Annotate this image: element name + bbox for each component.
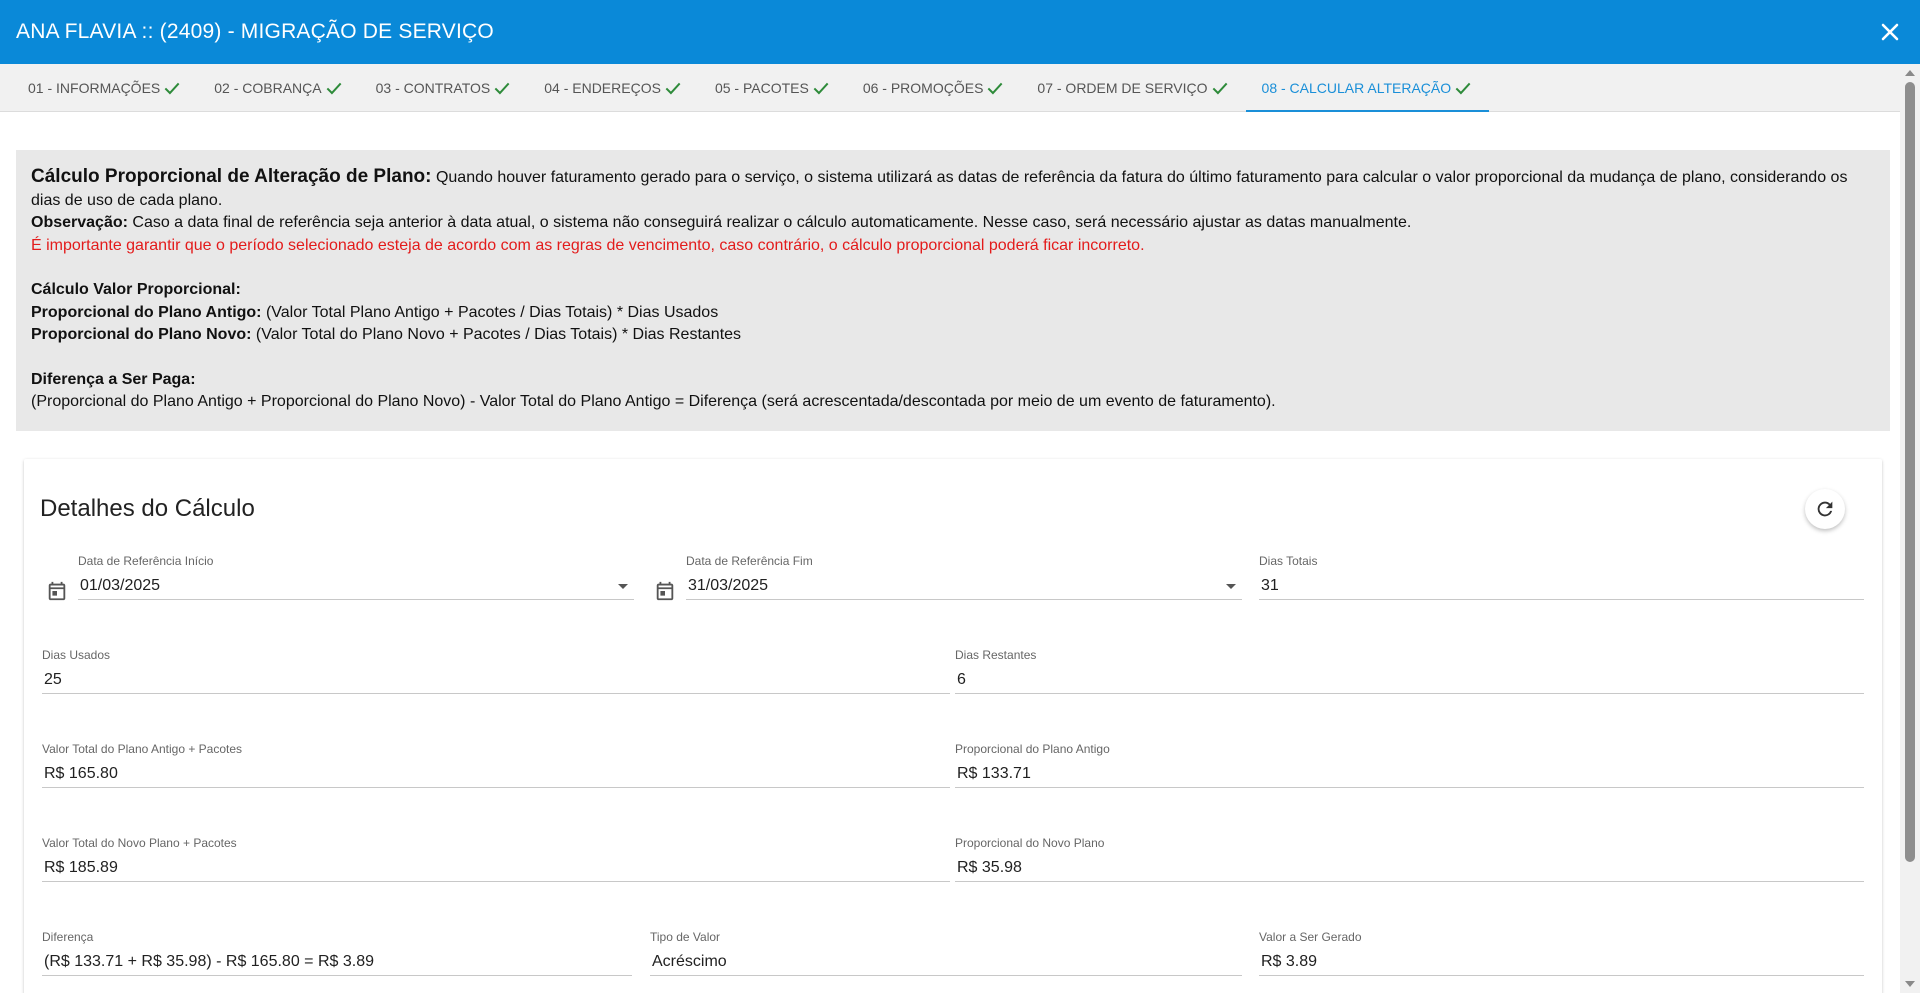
obs-text: Caso a data final de referência seja ant… bbox=[127, 214, 1412, 231]
value-generated-label: Valor a Ser Gerado bbox=[1259, 930, 1362, 944]
value-type-value[interactable]: Acréscimo bbox=[650, 948, 1242, 976]
ref-start-date-field[interactable]: Data de Referência Início 01/03/2025 bbox=[78, 554, 634, 600]
scroll-up-icon[interactable] bbox=[1905, 70, 1915, 76]
value-type-field[interactable]: Tipo de Valor Acréscimo bbox=[650, 930, 1242, 976]
window-title: ANA FLAVIA :: (2409) - MIGRAÇÃO DE SERVI… bbox=[16, 20, 494, 43]
vertical-scrollbar[interactable] bbox=[1900, 64, 1920, 993]
calc-details-card: Detalhes do Cálculo Data de Referência I… bbox=[24, 459, 1882, 993]
tab-informacoes[interactable]: 01 - INFORMAÇÕES bbox=[12, 64, 198, 111]
diff-formula: (Proporcional do Plano Antigo + Proporci… bbox=[31, 393, 1276, 410]
info-intro: Cálculo Proporcional de Alteração de Pla… bbox=[31, 166, 1875, 212]
tab-calcular-alteracao[interactable]: 08 - CALCULAR ALTERAÇÃO bbox=[1245, 64, 1490, 112]
scroll-down-icon[interactable] bbox=[1905, 981, 1915, 987]
scrollbar-thumb[interactable] bbox=[1905, 82, 1915, 862]
new-plan-proportional-field[interactable]: Proporcional do Novo Plano R$ 35.98 bbox=[955, 836, 1864, 882]
tab-label: 05 - PACOTES bbox=[714, 79, 809, 96]
check-icon bbox=[813, 82, 829, 94]
check-icon bbox=[665, 82, 681, 94]
new-plan-proportional-label: Proporcional do Novo Plano bbox=[955, 836, 1105, 850]
calendar-icon[interactable] bbox=[654, 580, 676, 602]
tab-enderecos[interactable]: 04 - ENDEREÇOS bbox=[528, 64, 699, 111]
tab-ordem-de-servico[interactable]: 07 - ORDEM DE SERVIÇO bbox=[1021, 64, 1245, 111]
difference-field[interactable]: Diferença (R$ 133.71 + R$ 35.98) - R$ 16… bbox=[42, 930, 632, 976]
used-days-value[interactable]: 25 bbox=[42, 666, 950, 694]
tab-label: 03 - CONTRATOS bbox=[375, 79, 491, 96]
old-plan-formula: Proporcional do Plano Antigo: (Valor Tot… bbox=[31, 302, 1875, 325]
ref-end-value[interactable]: 31/03/2025 bbox=[686, 572, 1242, 600]
obs-label: Observação: bbox=[31, 214, 128, 231]
chevron-down-icon[interactable] bbox=[1226, 584, 1236, 589]
close-icon[interactable] bbox=[1876, 18, 1904, 46]
value-generated-value[interactable]: R$ 3.89 bbox=[1259, 948, 1864, 976]
old-plan-proportional-value[interactable]: R$ 133.71 bbox=[955, 760, 1864, 788]
value-type-label: Tipo de Valor bbox=[650, 930, 721, 944]
used-days-label: Dias Usados bbox=[42, 648, 111, 662]
total-days-value[interactable]: 31 bbox=[1259, 572, 1864, 600]
new-plan-total-field[interactable]: Valor Total do Novo Plano + Pacotes R$ 1… bbox=[42, 836, 950, 882]
tab-contratos[interactable]: 03 - CONTRATOS bbox=[360, 64, 529, 111]
card-title: Detalhes do Cálculo bbox=[40, 495, 255, 522]
step-tabs: 01 - INFORMAÇÕES 02 - COBRANÇA 03 - CONT… bbox=[0, 64, 1920, 112]
used-days-field[interactable]: Dias Usados 25 bbox=[42, 648, 950, 694]
check-icon bbox=[988, 82, 1003, 94]
tab-label: 07 - ORDEM DE SERVIÇO bbox=[1037, 79, 1208, 96]
diff-title: Diferença a Ser Paga: bbox=[31, 370, 196, 388]
difference-value[interactable]: (R$ 133.71 + R$ 35.98) - R$ 165.80 = R$ … bbox=[42, 948, 632, 976]
old-plan-proportional-field[interactable]: Proporcional do Plano Antigo R$ 133.71 bbox=[955, 742, 1864, 788]
ref-end-date-field[interactable]: Data de Referência Fim 31/03/2025 bbox=[686, 554, 1242, 600]
tab-cobranca[interactable]: 02 - COBRANÇA bbox=[198, 64, 359, 111]
total-days-label: Dias Totais bbox=[1259, 554, 1318, 568]
new-plan-total-value[interactable]: R$ 185.89 bbox=[42, 854, 950, 882]
new-plan-formula: Proporcional do Plano Novo: (Valor Total… bbox=[31, 324, 1875, 347]
info-observation: Observação: Caso a data final de referên… bbox=[31, 212, 1875, 235]
tab-label: 02 - COBRANÇA bbox=[214, 79, 322, 96]
check-icon bbox=[164, 82, 180, 94]
check-icon bbox=[1455, 82, 1471, 94]
old-plan-proportional-label: Proporcional do Plano Antigo bbox=[955, 742, 1110, 756]
old-plan-label: Proporcional do Plano Antigo: bbox=[31, 303, 262, 321]
refresh-button[interactable] bbox=[1805, 489, 1845, 529]
remaining-days-value[interactable]: 6 bbox=[955, 666, 1864, 694]
new-plan-proportional-value[interactable]: R$ 35.98 bbox=[955, 854, 1864, 882]
refresh-icon bbox=[1817, 501, 1833, 517]
new-plan-label: Proporcional do Plano Novo: bbox=[31, 326, 252, 343]
remaining-days-field[interactable]: Dias Restantes 6 bbox=[955, 648, 1864, 694]
new-plan-formula-text: (Valor Total do Plano Novo + Pacotes / D… bbox=[251, 326, 742, 343]
ref-start-value[interactable]: 01/03/2025 bbox=[78, 572, 634, 600]
chevron-down-icon[interactable] bbox=[618, 584, 628, 589]
calc-title: Cálculo Valor Proporcional: bbox=[31, 281, 241, 298]
tab-promocoes[interactable]: 06 - PROMOÇÕES bbox=[847, 64, 1022, 111]
check-icon bbox=[494, 82, 510, 94]
tab-label: 04 - ENDEREÇOS bbox=[544, 79, 661, 96]
ref-start-label: Data de Referência Início bbox=[78, 554, 214, 568]
check-icon bbox=[1212, 82, 1227, 94]
info-heading: Cálculo Proporcional de Alteração de Pla… bbox=[31, 166, 432, 187]
info-warning: É importante garantir que o período sele… bbox=[31, 236, 1145, 254]
value-generated-field[interactable]: Valor a Ser Gerado R$ 3.89 bbox=[1259, 930, 1864, 976]
new-plan-total-label: Valor Total do Novo Plano + Pacotes bbox=[42, 836, 237, 850]
calendar-icon[interactable] bbox=[46, 580, 68, 602]
tab-label: 06 - PROMOÇÕES bbox=[862, 79, 984, 96]
tab-pacotes[interactable]: 05 - PACOTES bbox=[699, 64, 847, 111]
old-plan-formula-text: (Valor Total Plano Antigo + Pacotes / Di… bbox=[261, 303, 719, 321]
ref-end-label: Data de Referência Fim bbox=[686, 554, 813, 568]
total-days-field[interactable]: Dias Totais 31 bbox=[1259, 554, 1864, 600]
old-plan-total-field[interactable]: Valor Total do Plano Antigo + Pacotes R$… bbox=[42, 742, 950, 788]
tab-label: 01 - INFORMAÇÕES bbox=[28, 79, 161, 96]
tab-label: 08 - CALCULAR ALTERAÇÃO bbox=[1261, 79, 1452, 96]
old-plan-total-value[interactable]: R$ 165.80 bbox=[42, 760, 950, 788]
difference-label: Diferença bbox=[42, 930, 94, 944]
old-plan-total-label: Valor Total do Plano Antigo + Pacotes bbox=[42, 742, 243, 756]
remaining-days-label: Dias Restantes bbox=[955, 648, 1037, 662]
info-panel: Cálculo Proporcional de Alteração de Pla… bbox=[16, 150, 1890, 431]
check-icon bbox=[326, 82, 342, 94]
window-titlebar: ANA FLAVIA :: (2409) - MIGRAÇÃO DE SERVI… bbox=[0, 0, 1920, 64]
